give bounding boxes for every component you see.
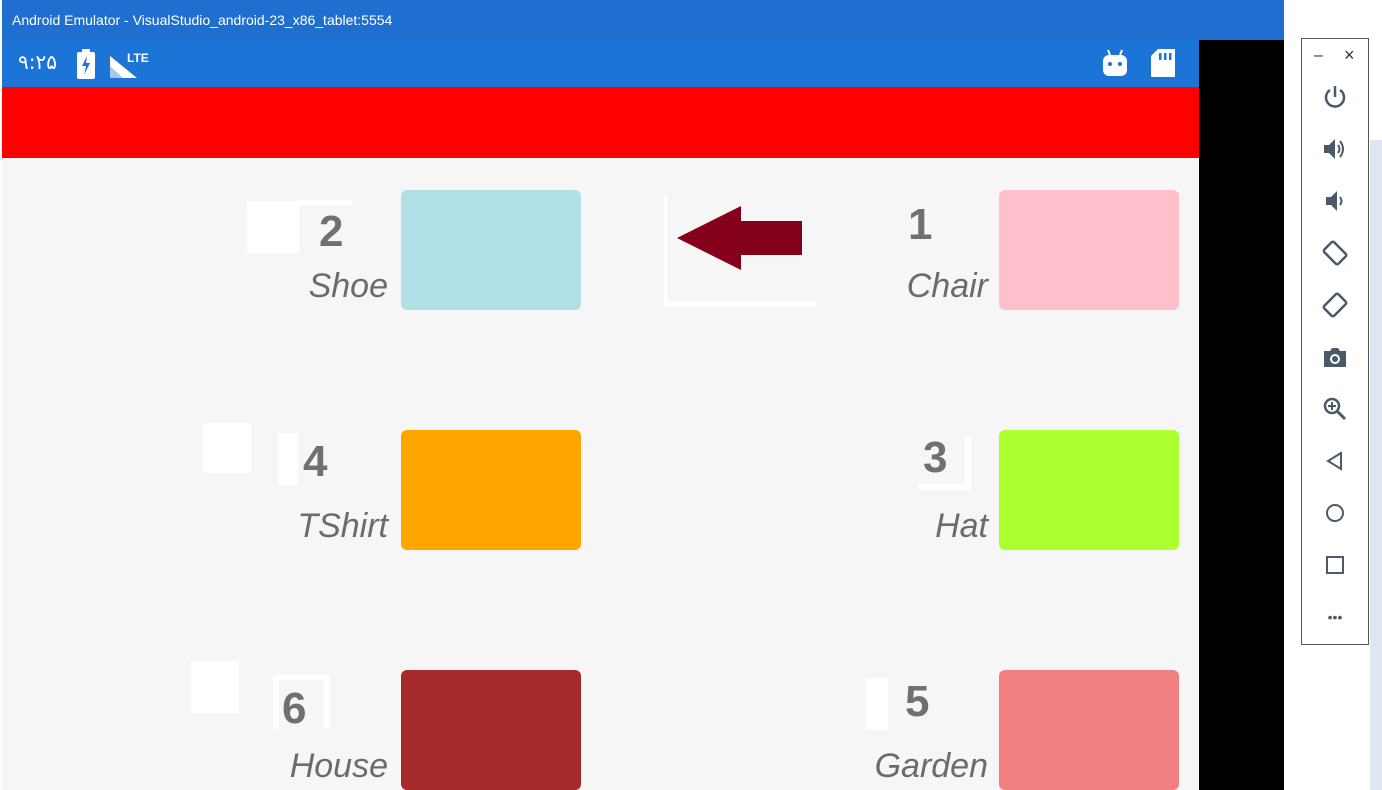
item-label: House <box>289 747 388 785</box>
app-toolbar <box>2 87 1199 158</box>
power-button[interactable] <box>1320 82 1350 112</box>
screenshot-button[interactable] <box>1320 342 1350 372</box>
volume-up-icon <box>1324 139 1344 159</box>
white-box <box>273 675 330 680</box>
status-clock: ۹:۲۵ <box>18 50 57 74</box>
item-number: 1 <box>908 200 933 249</box>
battery-charging-icon <box>76 49 96 84</box>
white-box <box>278 433 298 485</box>
device-screen: 1 Chair 2 Shoe 3 Hat 4 TShirt 5 Garden 6… <box>2 87 1199 790</box>
color-swatch <box>401 670 581 790</box>
white-box <box>296 200 352 205</box>
rotate-right-button[interactable] <box>1320 290 1350 320</box>
color-swatch <box>401 190 581 310</box>
color-swatch <box>999 430 1179 550</box>
sd-card-icon <box>1150 48 1176 83</box>
item-number: 3 <box>923 433 948 482</box>
camera-icon <box>1324 348 1346 367</box>
item-label: Chair <box>906 267 988 305</box>
item-label: Hat <box>935 507 988 545</box>
close-button[interactable]: × <box>1344 45 1355 66</box>
desktop-background <box>1370 140 1382 790</box>
rotate-right-icon <box>1322 292 1348 318</box>
emulator-side-toolbar: – × ••• <box>1301 38 1369 645</box>
more-icon: ••• <box>1327 609 1343 625</box>
back-icon <box>1326 451 1342 471</box>
home-icon <box>1326 504 1344 522</box>
white-box <box>965 437 971 489</box>
item-label: TShirt <box>297 507 388 545</box>
item-label: Garden <box>874 747 988 785</box>
rotate-left-icon <box>1322 240 1348 266</box>
volume-down-icon <box>1326 191 1343 211</box>
emulator-frame-bezel <box>1199 40 1284 790</box>
overview-button[interactable] <box>1320 550 1350 580</box>
zoom-button[interactable] <box>1320 394 1350 424</box>
color-swatch <box>999 190 1179 310</box>
rotate-left-button[interactable] <box>1320 238 1350 268</box>
white-box <box>203 423 251 473</box>
white-box <box>191 661 239 713</box>
window-titlebar: Android Emulator - VisualStudio_android-… <box>2 0 1284 40</box>
volume-down-button[interactable] <box>1320 186 1350 216</box>
power-icon <box>1324 86 1346 108</box>
item-number: 6 <box>282 684 307 733</box>
emulator-window: Android Emulator - VisualStudio_android-… <box>2 0 1284 790</box>
item-number: 4 <box>303 437 328 486</box>
white-box <box>273 675 279 729</box>
android-debug-icon <box>1102 49 1128 82</box>
signal-lte-icon: LTE <box>109 48 149 85</box>
minimize-button[interactable]: – <box>1314 47 1323 65</box>
white-box <box>324 675 330 729</box>
android-status-bar: ۹:۲۵ LTE <box>2 40 1199 87</box>
more-button[interactable]: ••• <box>1320 602 1350 632</box>
window-title: Android Emulator - VisualStudio_android-… <box>12 12 393 28</box>
back-button[interactable] <box>1320 446 1350 476</box>
item-number: 5 <box>905 677 930 726</box>
white-box <box>247 201 299 253</box>
white-box <box>866 678 888 730</box>
volume-up-button[interactable] <box>1320 134 1350 164</box>
lte-label: LTE <box>127 51 149 65</box>
zoom-icon <box>1323 397 1347 421</box>
color-swatch <box>999 670 1179 790</box>
home-button[interactable] <box>1320 498 1350 528</box>
arrow-left-icon <box>675 204 805 277</box>
white-box <box>918 484 971 490</box>
item-label: Shoe <box>308 267 388 305</box>
color-swatch <box>401 430 581 550</box>
overview-icon <box>1326 556 1344 574</box>
item-number: 2 <box>319 207 344 256</box>
